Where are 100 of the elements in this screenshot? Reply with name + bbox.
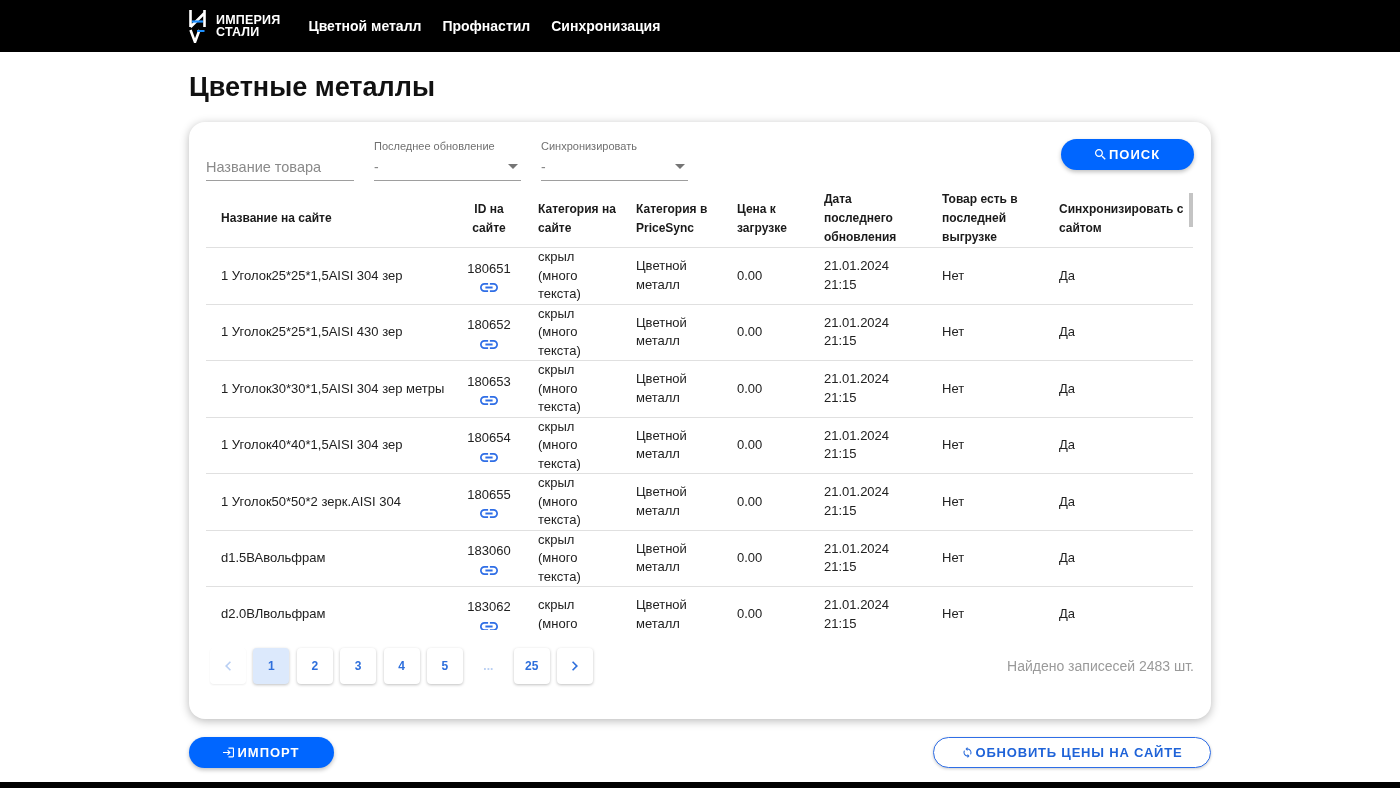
sync-status: Да xyxy=(1059,437,1076,452)
site-category: скрыл (много текста) xyxy=(538,249,581,301)
caret-icon xyxy=(675,164,685,169)
refresh-icon xyxy=(961,747,973,758)
site-category: скрыл (много текста) xyxy=(538,418,581,471)
price-value: 0.00 xyxy=(737,493,763,509)
price-value: 0.00 xyxy=(737,437,763,452)
product-id: 180654 xyxy=(467,429,511,447)
column-header: Категория в PriceSync xyxy=(636,201,708,235)
pricesync-category: Цветной металл xyxy=(636,484,687,518)
product-id: 180652 xyxy=(467,316,511,334)
product-id: 183062 xyxy=(467,598,511,617)
column-header: Синхронизировать с сайтом xyxy=(1059,201,1184,235)
export-status: Нет xyxy=(942,267,965,283)
product-name: 1 Уголок50*50*2 зерк.AISI 304 xyxy=(221,493,401,509)
price-value: 0.00 xyxy=(737,324,763,339)
search-button[interactable]: ПОИСК xyxy=(1061,139,1194,170)
update-date: 21.01.2024 21:15 xyxy=(824,427,890,462)
price-value: 0.00 xyxy=(737,606,763,622)
column-header: Категория на сайте xyxy=(538,201,616,235)
product-id: 180651 xyxy=(467,259,511,278)
export-status: Нет xyxy=(942,550,965,565)
sync-status: Да xyxy=(1059,267,1076,283)
link-icon[interactable] xyxy=(480,339,498,349)
enter-icon xyxy=(223,747,235,758)
product-name: 1 Уголок30*30*1,5AISI 304 зер метры xyxy=(221,380,445,396)
column-header: Цена к загрузке xyxy=(737,201,787,235)
price-value: 0.00 xyxy=(737,267,763,283)
sync-status: Да xyxy=(1059,493,1076,509)
field-label: Последнее обновление xyxy=(374,139,496,153)
pricesync-category: Цветной металл xyxy=(636,258,687,292)
scrollbar-thumb[interactable] xyxy=(1189,193,1193,227)
update-date: 21.01.2024 21:15 xyxy=(824,540,890,575)
update-date: 21.01.2024 21:15 xyxy=(824,258,890,292)
nav-link[interactable]: Синхронизация xyxy=(551,16,661,36)
site-category: скрыл (много текста) xyxy=(538,475,581,527)
column-header: ID на сайте xyxy=(472,201,506,235)
link-icon[interactable] xyxy=(480,509,498,518)
update-prices-button[interactable]: ОБНОВИТЬ ЦЕНЫ НА САЙТЕ xyxy=(933,737,1211,768)
export-status: Нет xyxy=(942,437,965,452)
pricesync-category: Цветной металл xyxy=(636,427,687,462)
site-category: скрыл (много xyxy=(538,597,578,630)
column-header: Название на сайте xyxy=(221,211,332,225)
pricesync-category: Цветной металл xyxy=(636,540,687,575)
page-button[interactable]: 4 xyxy=(383,648,420,684)
pricesync-category: Цветной металл xyxy=(636,597,687,630)
product-id: 180653 xyxy=(467,372,511,391)
price-value: 0.00 xyxy=(737,550,763,565)
site-category: скрыл (много текста) xyxy=(538,531,581,584)
update-date: 21.01.2024 21:15 xyxy=(824,597,890,630)
product-name: d1.5ВАвольфрам xyxy=(221,550,326,565)
field-label: Синхронизировать xyxy=(541,139,638,153)
update-date: 21.01.2024 21:15 xyxy=(824,314,890,349)
update-date: 21.01.2024 21:15 xyxy=(824,371,890,405)
sync-status: Да xyxy=(1059,324,1076,339)
pricesync-category: Цветной металл xyxy=(636,314,687,349)
logo-icon xyxy=(189,9,206,43)
import-button[interactable]: ИМПОРТ xyxy=(189,737,334,768)
sync-status: Да xyxy=(1059,380,1076,396)
product-name: 1 Уголок40*40*1,5AISI 304 зер xyxy=(221,437,403,452)
pricesync-category: Цветной металл xyxy=(636,371,687,405)
export-status: Нет xyxy=(942,606,965,622)
site-category: скрыл (много текста) xyxy=(538,305,581,358)
nav-link[interactable]: Цветной металл xyxy=(308,16,422,36)
logo-text: ИМПЕРИЯ xyxy=(216,14,281,26)
chevron-right-icon xyxy=(572,661,579,671)
page-button[interactable]: 1 xyxy=(253,648,290,684)
link-icon[interactable] xyxy=(480,283,498,292)
link-icon[interactable] xyxy=(480,396,498,405)
record-count: Найдено записесей 2483 шт. xyxy=(1007,658,1194,674)
search-icon xyxy=(1094,149,1106,160)
page-button[interactable]: 2 xyxy=(296,648,333,684)
export-status: Нет xyxy=(942,493,965,509)
product-name: 1 Уголок25*25*1,5AISI 304 зер xyxy=(221,267,403,283)
export-status: Нет xyxy=(942,324,965,339)
product-name: d2.0ВЛвольфрам xyxy=(221,606,326,622)
page-button[interactable]: 5 xyxy=(426,648,463,684)
column-header: Товар есть в последней выгрузке xyxy=(942,192,1018,244)
page-title: Цветные металлы xyxy=(189,71,436,104)
update-date: 21.01.2024 21:15 xyxy=(824,484,890,518)
page-button[interactable]: 3 xyxy=(340,648,377,684)
caret-icon xyxy=(508,164,518,169)
dropdown-field[interactable]: - xyxy=(541,153,688,181)
nav-link[interactable]: Профнастил xyxy=(442,16,531,36)
price-value: 0.00 xyxy=(737,380,763,396)
site-category: скрыл (много текста) xyxy=(538,362,581,414)
dropdown-field[interactable]: - xyxy=(374,153,521,181)
product-id: 183060 xyxy=(467,542,511,560)
link-icon[interactable] xyxy=(480,565,498,575)
link-icon[interactable] xyxy=(480,452,498,462)
sync-status: Да xyxy=(1059,606,1076,622)
link-icon[interactable] xyxy=(480,621,498,630)
column-header: Дата последнего обновления xyxy=(824,192,897,244)
logo-text: СТАЛИ xyxy=(216,26,261,38)
chevron-left-icon xyxy=(225,661,231,671)
export-status: Нет xyxy=(942,380,965,396)
page-button[interactable]: 25 xyxy=(513,648,550,684)
sync-status: Да xyxy=(1059,550,1076,565)
name-input[interactable]: Название товара xyxy=(206,153,354,181)
product-id: 180655 xyxy=(467,485,511,504)
